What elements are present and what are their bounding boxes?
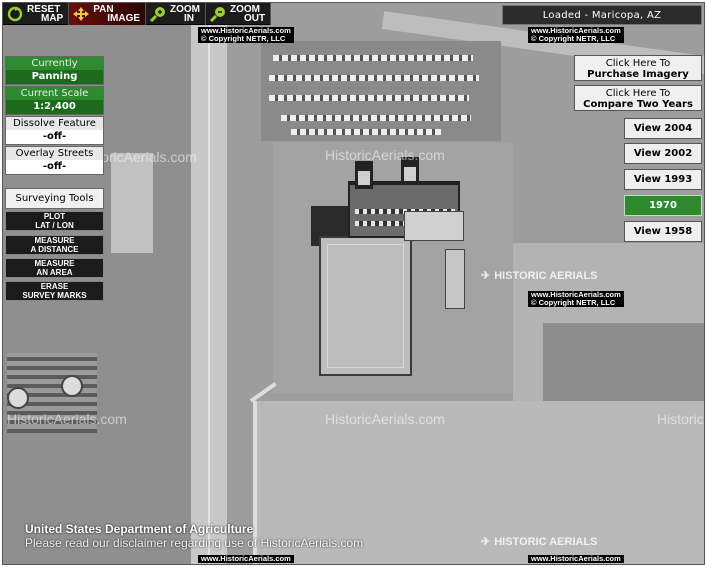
overlay-streets-label: Overlay Streets bbox=[15, 148, 94, 159]
view-year-1958-button[interactable]: View 1958 bbox=[624, 221, 702, 242]
copyright-notice: www.HistoricAerials.com bbox=[198, 555, 294, 563]
copyright-notice: www.HistoricAerials.com © Copyright NETR,… bbox=[198, 27, 294, 43]
current-scale-value: 1:2,400 bbox=[6, 100, 103, 114]
watermark-text: HistoricAerials.com bbox=[657, 411, 704, 427]
current-scale-label: Current Scale bbox=[20, 88, 89, 99]
current-mode-label: Currently bbox=[31, 58, 78, 69]
parking-lot bbox=[261, 41, 501, 141]
purchase-imagery-button[interactable]: Click Here To Purchase Imagery bbox=[574, 55, 702, 81]
overlay-streets-toggle[interactable]: Overlay Streets -off- bbox=[5, 146, 104, 175]
tool-label: SURVEY MARKS bbox=[22, 291, 87, 300]
zoom-in-icon bbox=[149, 6, 167, 22]
tower bbox=[355, 161, 373, 189]
zoom-in-label: IN bbox=[184, 13, 195, 24]
dissolve-feature-value: -off- bbox=[6, 130, 103, 144]
storage-tank bbox=[7, 387, 29, 409]
watermark-text: HistoricAerials.com bbox=[325, 411, 445, 427]
zoom-out-label: OUT bbox=[244, 13, 266, 24]
storage-tank bbox=[61, 375, 83, 397]
zoom-out-button[interactable]: ZOOM OUT bbox=[206, 3, 272, 25]
watermark-text: HistoricAerials.com bbox=[325, 147, 445, 163]
purchase-label: Purchase Imagery bbox=[587, 69, 689, 80]
current-mode-panel: Currently Panning bbox=[5, 56, 104, 85]
surveying-tools-heading: Surveying Tools bbox=[5, 188, 104, 209]
copyright-notice: www.HistoricAerials.com bbox=[528, 555, 624, 563]
copyright-notice: www.HistoricAerials.com © Copyright NETR,… bbox=[528, 291, 624, 307]
dissolve-feature-label: Dissolve Feature bbox=[13, 118, 96, 129]
purchase-label: Click Here To bbox=[605, 58, 671, 69]
watermark-stamp: ✈ HISTORIC AERIALS bbox=[481, 269, 598, 283]
pan-label: IMAGE bbox=[107, 13, 141, 24]
measure-area-button[interactable]: MEASURE AN AREA bbox=[5, 258, 104, 278]
zoom-in-button[interactable]: ZOOM IN bbox=[146, 3, 207, 25]
plane-icon: ✈ bbox=[481, 536, 491, 548]
measure-distance-button[interactable]: MEASURE A DISTANCE bbox=[5, 235, 104, 255]
view-year-1970-button[interactable]: 1970 bbox=[624, 195, 702, 216]
building bbox=[445, 249, 465, 309]
tool-label: PLOT bbox=[43, 212, 66, 221]
building bbox=[404, 211, 464, 241]
reset-icon bbox=[6, 6, 24, 22]
copyright-notice: www.HistoricAerials.com © Copyright NETR,… bbox=[528, 27, 624, 43]
tool-label: A DISTANCE bbox=[30, 245, 79, 254]
reset-map-button[interactable]: RESET MAP bbox=[3, 3, 70, 25]
plot-lat-lon-button[interactable]: PLOT LAT / LON bbox=[5, 211, 104, 231]
compare-label: Click Here To bbox=[605, 88, 671, 99]
zoom-out-icon bbox=[209, 6, 227, 22]
map-footer: United States Department of Agriculture … bbox=[25, 522, 363, 550]
disclaimer-link[interactable]: Please read our disclaimer regarding use… bbox=[25, 536, 363, 550]
tool-label: MEASURE bbox=[34, 259, 75, 268]
pan-icon bbox=[72, 6, 90, 22]
overlay-streets-value: -off- bbox=[6, 160, 103, 174]
imagery-source: United States Department of Agriculture bbox=[25, 522, 254, 536]
tool-label: ERASE bbox=[40, 282, 69, 291]
dissolve-feature-toggle[interactable]: Dissolve Feature -off- bbox=[5, 116, 104, 145]
tool-label: MEASURE bbox=[34, 236, 75, 245]
view-year-1993-button[interactable]: View 1993 bbox=[624, 169, 702, 190]
highway bbox=[191, 3, 227, 564]
map-toolbar: RESET MAP PAN IMAGE ZOOM IN ZOOM OUT bbox=[3, 3, 272, 25]
plane-icon: ✈ bbox=[481, 270, 491, 282]
tool-label: LAT / LON bbox=[35, 221, 74, 230]
building bbox=[111, 153, 153, 253]
current-scale-panel: Current Scale 1:2,400 bbox=[5, 86, 104, 115]
tool-label: AN AREA bbox=[36, 268, 73, 277]
map-viewer: HistoricAerials.com HistoricAerials.com … bbox=[2, 2, 705, 565]
erase-survey-marks-button[interactable]: ERASE SURVEY MARKS bbox=[5, 281, 104, 301]
compare-label: Compare Two Years bbox=[583, 99, 693, 110]
main-building bbox=[319, 236, 412, 376]
view-year-2004-button[interactable]: View 2004 bbox=[624, 118, 702, 139]
watermark-stamp: ✈ HISTORIC AERIALS bbox=[481, 535, 598, 549]
view-year-2002-button[interactable]: View 2002 bbox=[624, 143, 702, 164]
pan-image-button[interactable]: PAN IMAGE bbox=[69, 3, 147, 25]
current-mode-value: Panning bbox=[6, 70, 103, 84]
watermark-text: HistoricAerials.com bbox=[7, 411, 127, 427]
compare-years-button[interactable]: Click Here To Compare Two Years bbox=[574, 85, 702, 111]
status-bar: Loaded - Maricopa, AZ bbox=[502, 5, 702, 25]
reset-label: MAP bbox=[41, 13, 64, 24]
